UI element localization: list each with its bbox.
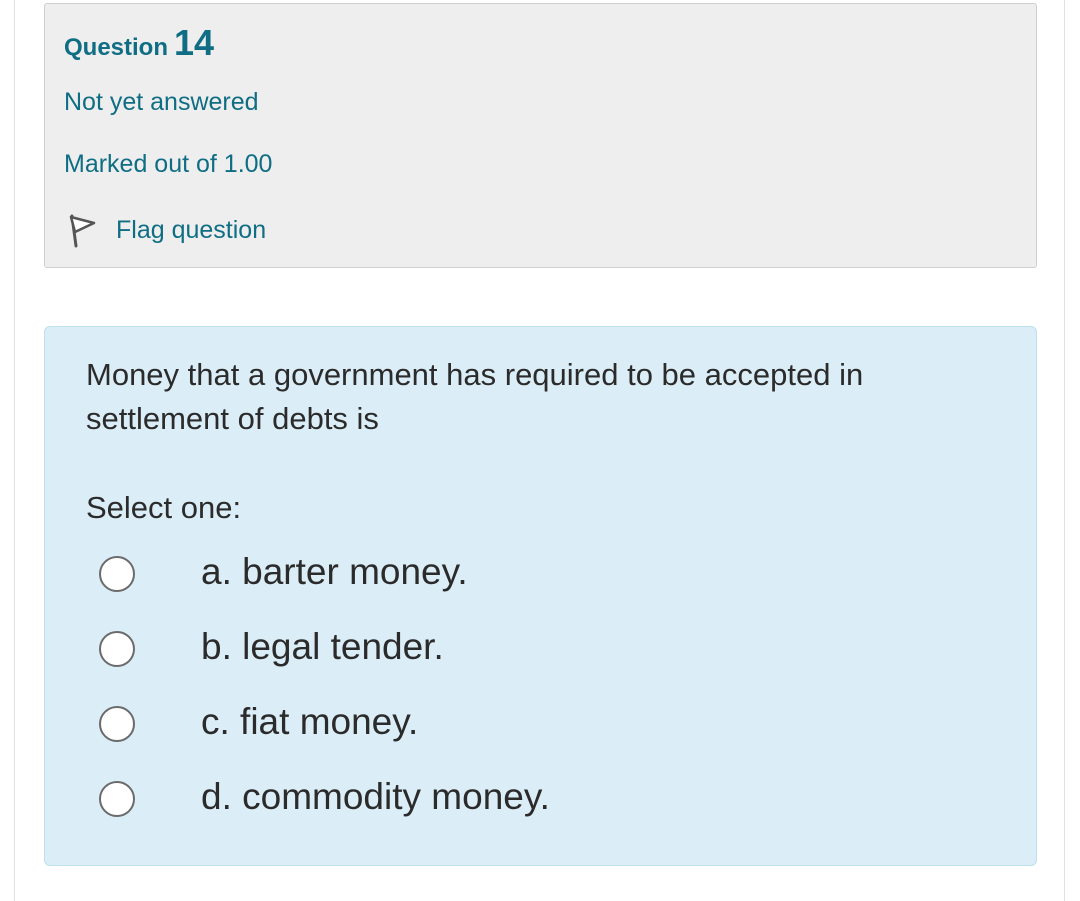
question-state: Not yet answered (64, 88, 259, 116)
radio-button-d[interactable] (99, 781, 135, 817)
select-one-prompt: Select one: (86, 490, 242, 525)
flag-question-label: Flag question (116, 215, 267, 244)
question-info-panel: Question 14 Not yet answered Marked out o… (44, 3, 1037, 268)
answer-label-a[interactable]: a. barter money. (201, 547, 468, 597)
radio-button-c[interactable] (99, 706, 135, 742)
flag-icon (64, 210, 100, 250)
question-title: Question 14 (64, 22, 214, 64)
question-label: Question (64, 34, 169, 61)
question-content-panel: Money that a government has required to … (44, 326, 1037, 866)
radio-button-a[interactable] (99, 556, 135, 592)
answer-label-d[interactable]: d. commodity money. (201, 772, 550, 822)
question-text: Money that a government has required to … (86, 357, 864, 436)
radio-button-b[interactable] (99, 631, 135, 667)
question-grade: Marked out of 1.00 (64, 150, 273, 178)
question-number: 14 (174, 22, 215, 63)
answer-label-b[interactable]: b. legal tender. (201, 622, 444, 672)
flag-question-button[interactable]: Flag question (64, 208, 266, 252)
answer-label-c[interactable]: c. fiat money. (201, 697, 418, 747)
